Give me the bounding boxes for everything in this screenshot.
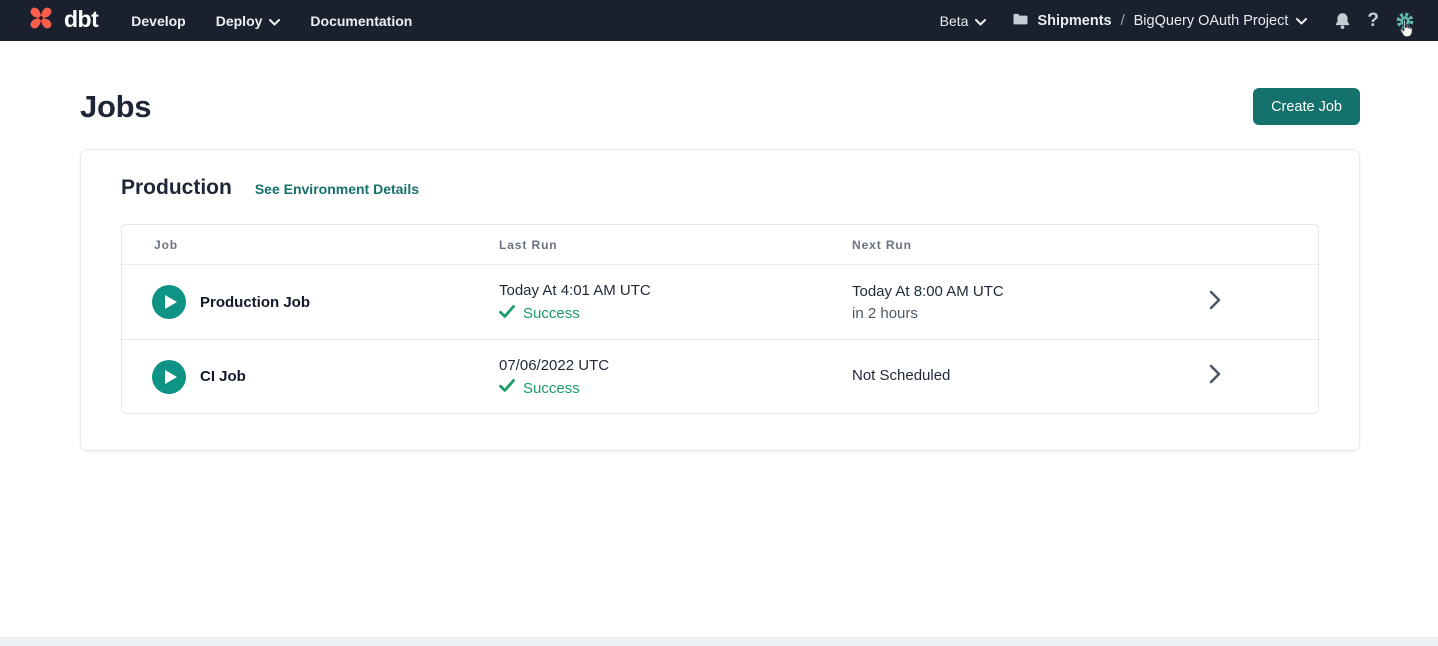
folder-icon bbox=[1012, 12, 1029, 30]
last-run-status: Success bbox=[523, 380, 580, 397]
bottom-edge-strip bbox=[0, 637, 1438, 646]
nav-icon-group: ? bbox=[1333, 10, 1416, 32]
nav-item-deploy[interactable]: Deploy bbox=[216, 13, 281, 29]
create-job-button[interactable]: Create Job bbox=[1253, 88, 1360, 125]
production-environment-card: Production See Environment Details Job L… bbox=[80, 149, 1360, 451]
jobs-table-header: Job Last Run Next Run bbox=[122, 225, 1318, 265]
chevron-down-icon bbox=[975, 13, 986, 29]
play-icon bbox=[165, 295, 177, 309]
column-header-next-run: Next Run bbox=[852, 238, 1207, 252]
nav-item-documentation-label: Documentation bbox=[310, 13, 412, 29]
breadcrumb-separator: / bbox=[1120, 13, 1126, 29]
page-title: Jobs bbox=[80, 89, 151, 125]
main-content: Jobs Create Job Production See Environme… bbox=[0, 88, 1438, 451]
notifications-bell-icon[interactable] bbox=[1333, 11, 1352, 31]
see-environment-details-link[interactable]: See Environment Details bbox=[255, 181, 419, 197]
nav-item-deploy-label: Deploy bbox=[216, 13, 263, 29]
beta-dropdown[interactable]: Beta bbox=[940, 13, 987, 29]
success-check-icon bbox=[499, 305, 515, 323]
column-header-last-run: Last Run bbox=[499, 238, 852, 252]
dbt-logo-icon bbox=[24, 1, 58, 40]
success-check-icon bbox=[499, 379, 515, 397]
nav-item-documentation[interactable]: Documentation bbox=[310, 13, 412, 29]
chevron-down-icon bbox=[269, 13, 280, 29]
run-job-play-button[interactable] bbox=[152, 285, 186, 319]
table-row-production-job[interactable]: Production Job Today At 4:01 AM UTC Succ… bbox=[122, 265, 1318, 339]
jobs-table: Job Last Run Next Run Production Job Tod… bbox=[121, 224, 1319, 414]
play-icon bbox=[165, 370, 177, 384]
primary-nav-links: Develop Deploy Documentation bbox=[131, 13, 412, 29]
environment-name: Production bbox=[121, 176, 232, 200]
next-run-note: in 2 hours bbox=[852, 305, 1207, 322]
job-name: Production Job bbox=[200, 294, 310, 311]
top-nav: dbt Develop Deploy Documentation Beta bbox=[0, 0, 1438, 41]
dbt-logo-text: dbt bbox=[64, 8, 98, 34]
column-header-job: Job bbox=[122, 238, 499, 252]
last-run-status: Success bbox=[523, 305, 580, 322]
beta-label: Beta bbox=[940, 13, 969, 29]
dbt-logo[interactable]: dbt bbox=[24, 1, 98, 40]
last-run-time: 07/06/2022 UTC bbox=[499, 356, 852, 376]
project-breadcrumb[interactable]: Shipments / BigQuery OAuth Project bbox=[1012, 12, 1307, 30]
help-icon[interactable]: ? bbox=[1367, 11, 1379, 30]
nav-item-develop[interactable]: Develop bbox=[131, 13, 185, 29]
help-glyph: ? bbox=[1367, 11, 1379, 30]
nav-item-develop-label: Develop bbox=[131, 13, 185, 29]
next-run-time: Today At 8:00 AM UTC bbox=[852, 282, 1207, 302]
settings-gear-icon[interactable] bbox=[1394, 10, 1416, 32]
chevron-right-icon[interactable] bbox=[1209, 290, 1221, 315]
table-row-ci-job[interactable]: CI Job 07/06/2022 UTC Success Not Schedu… bbox=[122, 339, 1318, 413]
chevron-right-icon[interactable] bbox=[1209, 364, 1221, 389]
last-run-time: Today At 4:01 AM UTC bbox=[499, 281, 852, 301]
project-name: BigQuery OAuth Project bbox=[1134, 13, 1289, 29]
chevron-down-icon bbox=[1296, 13, 1307, 29]
run-job-play-button[interactable] bbox=[152, 360, 186, 394]
next-run-time: Not Scheduled bbox=[852, 366, 1207, 386]
job-name: CI Job bbox=[200, 368, 246, 385]
account-name: Shipments bbox=[1037, 13, 1111, 29]
